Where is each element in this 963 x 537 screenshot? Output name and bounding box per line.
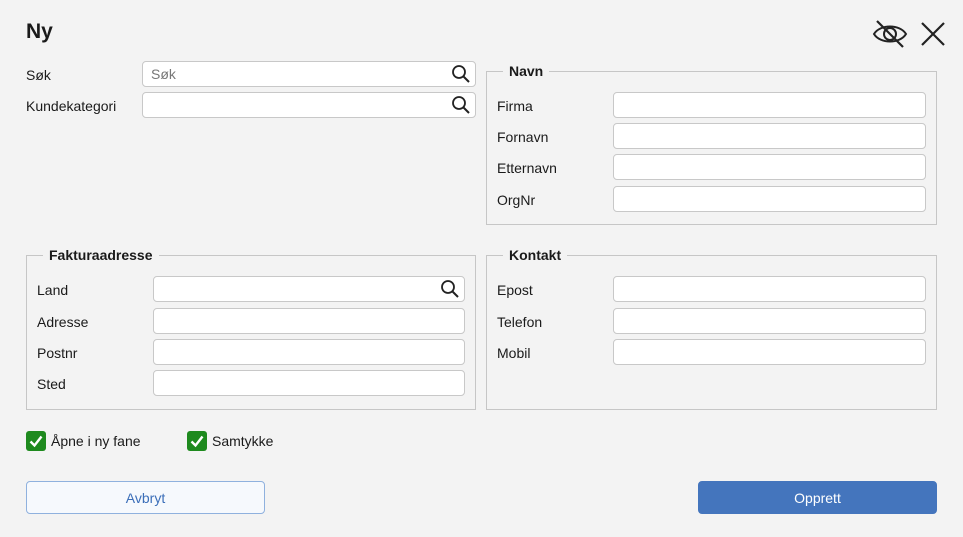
fakturaadresse-legend: Fakturaadresse — [49, 247, 153, 263]
postnr-input[interactable] — [154, 340, 440, 364]
fornavn-field[interactable] — [613, 123, 926, 149]
sok-row: Søk — [26, 61, 476, 89]
eye-off-icon[interactable] — [872, 16, 908, 52]
adresse-label: Adresse — [37, 314, 89, 330]
firma-input[interactable] — [614, 93, 901, 117]
epost-label: Epost — [497, 282, 533, 298]
land-input[interactable] — [154, 277, 440, 301]
orgnr-field[interactable] — [613, 186, 926, 212]
samtykke-label: Samtykke — [212, 433, 274, 449]
kundekategori-label: Kundekategori — [26, 98, 117, 114]
kundekategori-input[interactable] — [143, 93, 451, 117]
navn-legend: Navn — [509, 63, 544, 79]
epost-field[interactable] — [613, 276, 926, 302]
create-button[interactable]: Opprett — [698, 481, 937, 514]
apne-i-ny-fane-label: Åpne i ny fane — [51, 433, 141, 449]
adresse-row: Adresse — [37, 308, 467, 336]
sted-input[interactable] — [154, 371, 440, 395]
sted-field[interactable] — [153, 370, 465, 396]
epost-input[interactable] — [614, 277, 901, 301]
telefon-row: Telefon — [497, 308, 927, 336]
apne-i-ny-fane-checkbox[interactable]: Åpne i ny fane — [26, 431, 141, 451]
telefon-label: Telefon — [497, 314, 543, 330]
etternavn-row: Etternavn — [497, 154, 927, 182]
mobil-field[interactable] — [613, 339, 926, 365]
dialog-title: Ny — [26, 20, 53, 43]
mobil-label: Mobil — [497, 345, 531, 361]
cancel-button[interactable]: Avbryt — [26, 481, 265, 514]
search-icon[interactable] — [451, 95, 471, 115]
sted-row: Sted — [37, 370, 467, 398]
sok-input[interactable] — [143, 62, 451, 86]
mobil-row: Mobil — [497, 339, 927, 367]
fornavn-input[interactable] — [614, 124, 901, 148]
fornavn-row: Fornavn — [497, 123, 927, 151]
sok-label: Søk — [26, 67, 51, 83]
adresse-field[interactable] — [153, 308, 465, 334]
etternavn-input[interactable] — [614, 155, 901, 179]
mobil-input[interactable] — [614, 340, 901, 364]
firma-row: Firma — [497, 92, 927, 120]
adresse-input[interactable] — [154, 309, 440, 333]
sok-field[interactable] — [142, 61, 476, 87]
search-icon[interactable] — [440, 279, 460, 299]
orgnr-row: OrgNr — [497, 186, 927, 214]
land-label: Land — [37, 282, 69, 298]
kundekategori-field[interactable] — [142, 92, 476, 118]
telefon-input[interactable] — [614, 309, 901, 333]
postnr-row: Postnr — [37, 339, 467, 367]
land-field[interactable] — [153, 276, 465, 302]
firma-label: Firma — [497, 98, 533, 114]
etternavn-label: Etternavn — [497, 160, 557, 176]
checkmark-icon[interactable] — [26, 431, 46, 451]
land-row: Land — [37, 276, 467, 304]
orgnr-input[interactable] — [614, 187, 901, 211]
etternavn-field[interactable] — [613, 154, 926, 180]
telefon-field[interactable] — [613, 308, 926, 334]
firma-field[interactable] — [613, 92, 926, 118]
orgnr-label: OrgNr — [497, 192, 536, 208]
sted-label: Sted — [37, 376, 66, 392]
samtykke-checkbox[interactable]: Samtykke — [187, 431, 273, 451]
search-icon[interactable] — [451, 64, 471, 84]
kontakt-legend: Kontakt — [509, 247, 562, 263]
kundekategori-row: Kundekategori — [26, 92, 476, 120]
fornavn-label: Fornavn — [497, 129, 549, 145]
close-icon[interactable] — [915, 16, 951, 52]
postnr-label: Postnr — [37, 345, 78, 361]
postnr-field[interactable] — [153, 339, 465, 365]
epost-row: Epost — [497, 276, 927, 304]
checkmark-icon[interactable] — [187, 431, 207, 451]
